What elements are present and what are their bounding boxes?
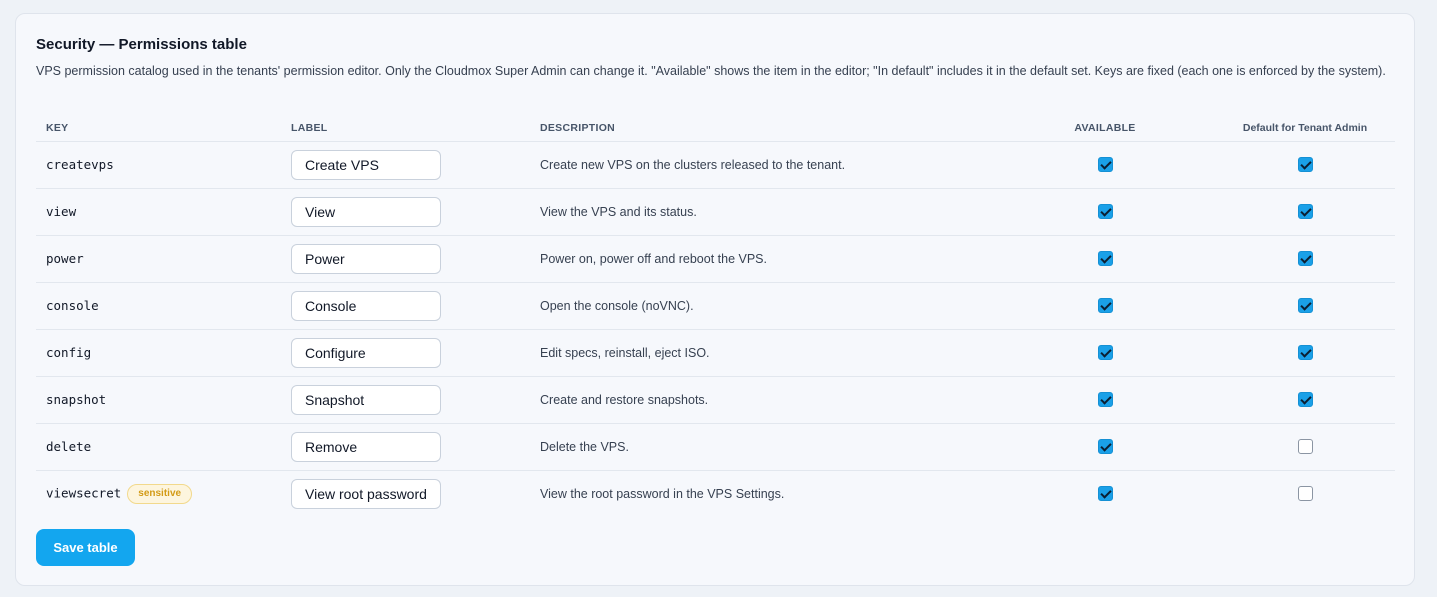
table-row: snapshot Create and restore snapshots. bbox=[36, 376, 1395, 424]
permission-description: Create and restore snapshots. bbox=[540, 376, 995, 424]
permission-description: View the root password in the VPS Settin… bbox=[540, 486, 785, 501]
sensitive-badge: sensitive bbox=[127, 483, 193, 504]
permission-key-cell: config bbox=[36, 329, 291, 377]
available-checkbox[interactable] bbox=[1097, 204, 1113, 220]
permission-label-cell bbox=[291, 329, 540, 377]
default-tenant-admin-checkbox[interactable] bbox=[1297, 486, 1313, 502]
available-cell bbox=[995, 282, 1215, 330]
default-tenant-admin-checkbox[interactable] bbox=[1297, 204, 1313, 220]
permission-key-cell: createvps bbox=[36, 141, 291, 189]
permission-label-input[interactable] bbox=[291, 337, 441, 368]
permission-label-input[interactable] bbox=[291, 243, 441, 274]
table-row: delete Delete the VPS. bbox=[36, 423, 1395, 471]
permission-key-cell: power bbox=[36, 235, 291, 283]
default-tenant-admin-checkbox[interactable] bbox=[1297, 157, 1313, 173]
permission-key: console bbox=[46, 298, 99, 313]
default-tenant-admin-checkbox[interactable] bbox=[1297, 439, 1313, 455]
permission-label-cell bbox=[291, 141, 540, 189]
available-checkbox[interactable] bbox=[1097, 392, 1113, 408]
available-cell bbox=[995, 329, 1215, 377]
permission-label-cell bbox=[291, 423, 540, 471]
permission-label-cell bbox=[291, 376, 540, 424]
permission-key: power bbox=[46, 251, 84, 266]
available-checkbox[interactable] bbox=[1097, 157, 1113, 173]
default-tenant-admin-checkbox[interactable] bbox=[1297, 298, 1313, 314]
card-title: Security — Permissions table bbox=[36, 36, 247, 53]
permission-label-input[interactable] bbox=[291, 478, 441, 509]
permission-key: viewsecret bbox=[46, 485, 122, 501]
header-label: LABEL bbox=[291, 115, 540, 142]
available-cell bbox=[995, 235, 1215, 283]
available-checkbox[interactable] bbox=[1097, 439, 1113, 455]
table-body: createvps Create new VPS on the clusters … bbox=[36, 141, 1395, 517]
permission-description: Power on, power off and reboot the VPS. bbox=[540, 235, 995, 283]
permission-key: view bbox=[46, 204, 77, 219]
permission-label-input[interactable] bbox=[291, 196, 441, 227]
table-row: console Open the console (noVNC). bbox=[36, 282, 1395, 330]
default-tenant-admin-checkbox[interactable] bbox=[1297, 392, 1313, 408]
default-cell bbox=[1215, 141, 1395, 189]
header-key: KEY bbox=[36, 115, 291, 142]
available-cell bbox=[995, 470, 1215, 517]
permission-key: createvps bbox=[46, 157, 114, 172]
default-cell bbox=[1215, 329, 1395, 377]
permission-key: delete bbox=[46, 439, 92, 454]
table-row: view View the VPS and its status. bbox=[36, 188, 1395, 236]
permission-label-input[interactable] bbox=[291, 290, 441, 321]
permission-label-cell bbox=[291, 470, 540, 517]
card-description: VPS permission catalog used in the tenan… bbox=[36, 64, 1386, 78]
permission-label-input[interactable] bbox=[291, 384, 441, 415]
permission-label-cell bbox=[291, 235, 540, 283]
table-row: power Power on, power off and reboot the … bbox=[36, 235, 1395, 283]
permission-description: View the VPS and its status. bbox=[540, 188, 995, 236]
available-cell bbox=[995, 423, 1215, 471]
available-cell bbox=[995, 188, 1215, 236]
default-cell bbox=[1215, 235, 1395, 283]
available-checkbox[interactable] bbox=[1097, 345, 1113, 361]
permission-key-cell: viewsecret sensitive bbox=[36, 470, 291, 517]
default-cell bbox=[1215, 376, 1395, 424]
table-row: viewsecret sensitive View the root passwor… bbox=[36, 470, 1395, 517]
table-row: createvps Create new VPS on the clusters … bbox=[36, 141, 1395, 189]
permission-key: config bbox=[46, 345, 92, 360]
permission-label-cell bbox=[291, 282, 540, 330]
table-row: config Edit specs, reinstall, eject ISO. bbox=[36, 329, 1395, 377]
permission-key: snapshot bbox=[46, 392, 107, 407]
default-cell bbox=[1215, 470, 1395, 517]
header-description: DESCRIPTION bbox=[540, 115, 995, 142]
permission-description: Edit specs, reinstall, eject ISO. bbox=[540, 329, 995, 377]
save-table-button[interactable]: Save table bbox=[36, 529, 135, 566]
permission-key-cell: view bbox=[36, 188, 291, 236]
default-tenant-admin-checkbox[interactable] bbox=[1297, 345, 1313, 361]
available-cell bbox=[995, 141, 1215, 189]
table-header-row: KEY LABEL DESCRIPTION AVAILABLE Default … bbox=[36, 115, 1395, 142]
default-cell bbox=[1215, 282, 1395, 330]
permission-description: Open the console (noVNC). bbox=[540, 282, 995, 330]
permission-label-input[interactable] bbox=[291, 149, 441, 180]
header-default-tenant-admin: Default for Tenant Admin bbox=[1215, 115, 1395, 142]
available-checkbox[interactable] bbox=[1097, 251, 1113, 267]
permission-description: Delete the VPS. bbox=[540, 423, 995, 471]
permission-key-cell: delete bbox=[36, 423, 291, 471]
available-cell bbox=[995, 376, 1215, 424]
available-checkbox[interactable] bbox=[1097, 486, 1113, 502]
permissions-card: Security — Permissions table VPS permiss… bbox=[15, 13, 1415, 586]
header-available: AVAILABLE bbox=[995, 115, 1215, 142]
available-checkbox[interactable] bbox=[1097, 298, 1113, 314]
default-tenant-admin-checkbox[interactable] bbox=[1297, 251, 1313, 267]
permission-key-cell: snapshot bbox=[36, 376, 291, 424]
permissions-table: KEY LABEL DESCRIPTION AVAILABLE Default … bbox=[36, 115, 1395, 517]
default-cell bbox=[1215, 188, 1395, 236]
permission-key-cell: console bbox=[36, 282, 291, 330]
permission-description: Create new VPS on the clusters released … bbox=[540, 141, 995, 189]
permission-label-input[interactable] bbox=[291, 431, 441, 462]
default-cell bbox=[1215, 423, 1395, 471]
permission-label-cell bbox=[291, 188, 540, 236]
